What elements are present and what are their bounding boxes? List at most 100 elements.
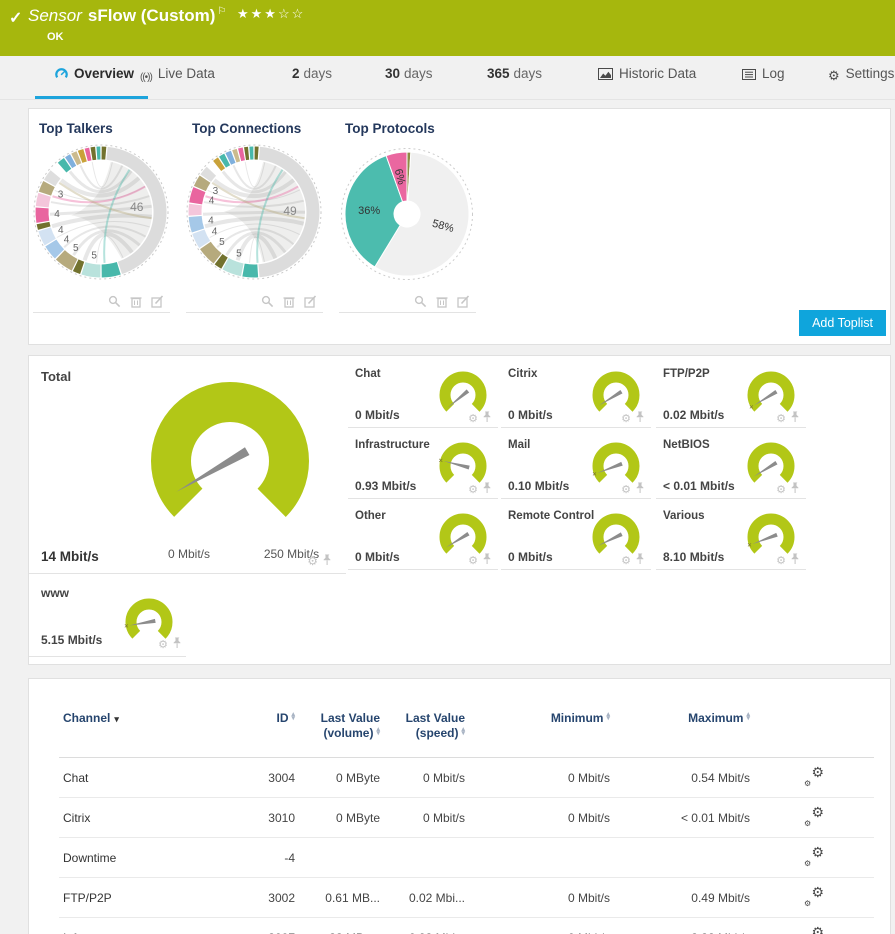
- cell-max: 0.49 Mbit/s: [614, 878, 754, 918]
- cell-max: [614, 838, 754, 878]
- pin-icon[interactable]: [482, 484, 492, 496]
- channel-settings-icon[interactable]: ⚙⚙: [804, 847, 824, 865]
- gauge-title: Mail: [508, 439, 530, 451]
- gear-icon[interactable]: ⚙: [621, 555, 631, 567]
- gauge-value: 14 Mbit/s: [41, 549, 99, 564]
- magnifier-icon[interactable]: [261, 295, 274, 313]
- delete-icon[interactable]: [436, 295, 448, 313]
- gauge-tile-chat: Chat0 Mbit/s⚙: [348, 366, 498, 428]
- tab-2-days[interactable]: 2days: [292, 66, 332, 81]
- toplist-title: Top Connections: [186, 117, 323, 138]
- pin-icon[interactable]: [322, 554, 332, 568]
- gear-icon[interactable]: ⚙: [776, 413, 786, 425]
- magnifier-icon[interactable]: [108, 295, 121, 313]
- cell-channel: FTP/P2P: [59, 878, 234, 918]
- table-row[interactable]: Chat30040 MByte0 Mbit/s0 Mbit/s0.54 Mbit…: [59, 758, 874, 798]
- gauge-title: Infrastructure: [355, 439, 430, 451]
- cell-id: 3010: [234, 798, 299, 838]
- delete-icon[interactable]: [130, 295, 142, 313]
- edit-icon[interactable]: [457, 295, 470, 313]
- column-header-id[interactable]: ID▴▾: [234, 701, 299, 758]
- svg-text:4: 4: [64, 234, 70, 245]
- channel-settings-icon[interactable]: ⚙⚙: [804, 887, 824, 905]
- pin-icon[interactable]: [790, 413, 800, 425]
- gear-icon[interactable]: ⚙: [621, 413, 631, 425]
- gauge-tile-citrix: Citrix 0 Mbit/s ⚙: [501, 366, 651, 428]
- magnifier-icon[interactable]: [414, 295, 427, 313]
- sort-toggle-icon: ▴▾: [746, 713, 750, 722]
- svg-text:3: 3: [58, 190, 64, 201]
- pin-icon[interactable]: [635, 484, 645, 496]
- priority-stars[interactable]: ★★★☆☆: [237, 6, 305, 22]
- flag-icon[interactable]: ⚐: [217, 6, 226, 17]
- gear-icon[interactable]: ⚙: [621, 484, 631, 496]
- sort-desc-icon: ▾: [114, 714, 119, 724]
- svg-text:5: 5: [91, 250, 97, 261]
- table-row[interactable]: Downtime-4⚙⚙: [59, 838, 874, 878]
- gear-icon[interactable]: ⚙: [776, 484, 786, 496]
- top-protocols-chart[interactable]: 58%36%6%: [339, 138, 476, 288]
- table-row[interactable]: FTP/P2P30020.61 MB...0.02 Mbi...0 Mbit/s…: [59, 878, 874, 918]
- column-header-last-value-volume-[interactable]: Last Value(volume)▴▾: [299, 701, 384, 758]
- pin-icon[interactable]: [790, 555, 800, 567]
- channel-settings-icon[interactable]: ⚙⚙: [804, 927, 824, 934]
- tab-settings[interactable]: ⚙Settings: [828, 66, 894, 84]
- channel-settings-icon[interactable]: ⚙⚙: [804, 767, 824, 785]
- gear-icon[interactable]: ⚙: [158, 639, 168, 651]
- pin-icon[interactable]: [172, 639, 182, 651]
- gear-icon[interactable]: ⚙: [776, 555, 786, 567]
- cell-channel: Citrix: [59, 798, 234, 838]
- pin-icon[interactable]: [482, 555, 492, 567]
- tab-30-days[interactable]: 30days: [385, 66, 433, 81]
- add-toplist-button[interactable]: Add Toplist: [799, 310, 886, 336]
- gauge-tile-total: Total 0 Mbit/s 250 Mbit/s 14 Mbit/s ⚙: [29, 364, 346, 574]
- sort-toggle-icon: ▴▾: [606, 713, 610, 722]
- gauge-value: 8.10 Mbit/s: [663, 550, 724, 564]
- tab-overview[interactable]: Overview: [55, 66, 134, 83]
- gauge-title: www: [41, 586, 69, 600]
- gauge-title: Chat: [355, 368, 381, 380]
- gauge-title: Various: [663, 510, 705, 522]
- svg-text:✕: ✕: [592, 472, 597, 478]
- cell-last_speed: [384, 838, 469, 878]
- column-header-last-value-speed-[interactable]: Last Value(speed)▴▾: [384, 701, 469, 758]
- gear-icon[interactable]: ⚙: [307, 554, 318, 568]
- column-header-minimum[interactable]: Minimum▴▾: [469, 701, 614, 758]
- edit-icon[interactable]: [304, 295, 317, 313]
- pin-icon[interactable]: [482, 413, 492, 425]
- tab-log[interactable]: Log: [742, 66, 785, 83]
- gear-icon[interactable]: ⚙: [468, 413, 478, 425]
- column-header-channel[interactable]: Channel▾: [59, 701, 234, 758]
- top-talkers-chart[interactable]: 46554443: [33, 138, 170, 288]
- toplist-title: Top Talkers: [33, 117, 170, 138]
- cell-min: 0 Mbit/s: [469, 918, 614, 934]
- cell-id: 3002: [234, 878, 299, 918]
- channel-settings-icon[interactable]: ⚙⚙: [804, 807, 824, 825]
- svg-text:✕: ✕: [749, 405, 754, 411]
- svg-text:46: 46: [130, 200, 144, 214]
- column-header-maximum[interactable]: Maximum▴▾: [614, 701, 754, 758]
- sort-toggle-icon: ▴▾: [461, 728, 465, 737]
- pin-icon[interactable]: [635, 555, 645, 567]
- gauge-title: Total: [41, 369, 71, 384]
- gauge-title: Citrix: [508, 368, 537, 380]
- table-row[interactable]: Infrastructure300733 MByte0.93 Mbi...0 M…: [59, 918, 874, 934]
- gauge-tile-mail: Mail✕0.10 Mbit/s⚙: [501, 437, 651, 499]
- gauge-icon: [55, 67, 68, 83]
- tab-365-days[interactable]: 365days: [487, 66, 542, 81]
- historic-data-icon: [598, 68, 613, 83]
- toplist-top-talkers: Top Talkers 46554443: [33, 117, 170, 313]
- pin-icon[interactable]: [790, 484, 800, 496]
- tab-live-data[interactable]: ((•))Live Data: [140, 66, 215, 83]
- top-connections-chart[interactable]: 49554443: [186, 138, 323, 288]
- delete-icon[interactable]: [283, 295, 295, 313]
- edit-icon[interactable]: [151, 295, 164, 313]
- channels-panel: Channel▾ID▴▾Last Value(volume)▴▾Last Val…: [28, 678, 891, 934]
- table-row[interactable]: Citrix30100 MByte0 Mbit/s0 Mbit/s< 0.01 …: [59, 798, 874, 838]
- tab-historic-data[interactable]: Historic Data: [598, 66, 696, 83]
- gear-icon[interactable]: ⚙: [468, 555, 478, 567]
- gear-icon[interactable]: ⚙: [468, 484, 478, 496]
- svg-text:5: 5: [219, 237, 225, 248]
- pin-icon[interactable]: [635, 413, 645, 425]
- gauge-value: 0 Mbit/s: [508, 408, 553, 422]
